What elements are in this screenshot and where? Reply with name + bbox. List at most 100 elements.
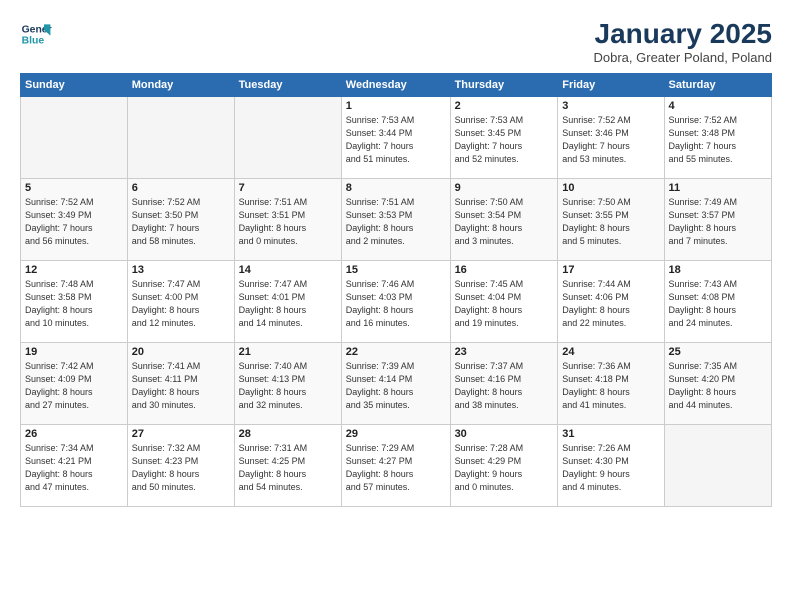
day-number: 22: [346, 346, 446, 358]
day-number: 23: [455, 346, 554, 358]
table-cell: 15 Sunrise: 7:46 AM Sunset: 4:03 PM Dayli…: [341, 261, 450, 343]
table-cell: 14 Sunrise: 7:47 AM Sunset: 4:01 PM Dayli…: [234, 261, 341, 343]
table-cell: 2 Sunrise: 7:53 AM Sunset: 3:45 PM Daylig…: [450, 97, 558, 179]
table-cell: 1Sunrise: 7:53 AM Sunset: 3:44 PM Daylig…: [341, 97, 450, 179]
day-number: 28: [239, 428, 337, 440]
table-cell: 13 Sunrise: 7:47 AM Sunset: 4:00 PM Dayli…: [127, 261, 234, 343]
title-block: January 2025 Dobra, Greater Poland, Pola…: [594, 18, 773, 65]
table-cell: 19 Sunrise: 7:42 AM Sunset: 4:09 PM Dayli…: [21, 343, 128, 425]
day-info: Sunrise: 7:50 AM Sunset: 3:54 PM Dayligh…: [455, 196, 554, 248]
logo: General Blue: [20, 18, 52, 50]
header-wednesday: Wednesday: [341, 74, 450, 97]
table-cell: 27 Sunrise: 7:32 AM Sunset: 4:23 PM Dayli…: [127, 425, 234, 507]
table-cell: 10 Sunrise: 7:50 AM Sunset: 3:55 PM Dayli…: [558, 179, 664, 261]
table-cell: 18 Sunrise: 7:43 AM Sunset: 4:08 PM Dayli…: [664, 261, 771, 343]
day-info: Sunrise: 7:26 AM Sunset: 4:30 PM Dayligh…: [562, 442, 659, 494]
header-tuesday: Tuesday: [234, 74, 341, 97]
header-monday: Monday: [127, 74, 234, 97]
day-number: 15: [346, 264, 446, 276]
day-info: Sunrise: 7:39 AM Sunset: 4:14 PM Dayligh…: [346, 360, 446, 412]
table-cell: 16 Sunrise: 7:45 AM Sunset: 4:04 PM Dayli…: [450, 261, 558, 343]
day-info: Sunrise: 7:40 AM Sunset: 4:13 PM Dayligh…: [239, 360, 337, 412]
day-number: 20: [132, 346, 230, 358]
day-info: Sunrise: 7:46 AM Sunset: 4:03 PM Dayligh…: [346, 278, 446, 330]
day-number: 13: [132, 264, 230, 276]
day-info: Sunrise: 7:43 AM Sunset: 4:08 PM Dayligh…: [669, 278, 767, 330]
day-number: 18: [669, 264, 767, 276]
subtitle: Dobra, Greater Poland, Poland: [594, 50, 773, 65]
table-cell: 23Sunrise: 7:37 AM Sunset: 4:16 PM Dayli…: [450, 343, 558, 425]
day-number: 21: [239, 346, 337, 358]
header-thursday: Thursday: [450, 74, 558, 97]
day-number: 7: [239, 182, 337, 194]
table-cell: 26 Sunrise: 7:34 AM Sunset: 4:21 PM Dayli…: [21, 425, 128, 507]
week-row-3: 19 Sunrise: 7:42 AM Sunset: 4:09 PM Dayli…: [21, 343, 772, 425]
table-cell: 17 Sunrise: 7:44 AM Sunset: 4:06 PM Dayli…: [558, 261, 664, 343]
table-cell: 29Sunrise: 7:29 AM Sunset: 4:27 PM Dayli…: [341, 425, 450, 507]
table-cell: 7 Sunrise: 7:51 AM Sunset: 3:51 PM Daylig…: [234, 179, 341, 261]
table-cell: 21 Sunrise: 7:40 AM Sunset: 4:13 PM Dayli…: [234, 343, 341, 425]
day-number: 11: [669, 182, 767, 194]
table-cell: 12 Sunrise: 7:48 AM Sunset: 3:58 PM Dayli…: [21, 261, 128, 343]
day-info: Sunrise: 7:47 AM Sunset: 4:01 PM Dayligh…: [239, 278, 337, 330]
table-cell: [127, 97, 234, 179]
day-info: Sunrise: 7:48 AM Sunset: 3:58 PM Dayligh…: [25, 278, 123, 330]
table-cell: [234, 97, 341, 179]
day-number: 2: [455, 100, 554, 112]
day-info: Sunrise: 7:41 AM Sunset: 4:11 PM Dayligh…: [132, 360, 230, 412]
day-number: 12: [25, 264, 123, 276]
week-row-0: 1Sunrise: 7:53 AM Sunset: 3:44 PM Daylig…: [21, 97, 772, 179]
header: General Blue January 2025 Dobra, Greater…: [20, 18, 772, 65]
table-cell: 5 Sunrise: 7:52 AM Sunset: 3:49 PM Daylig…: [21, 179, 128, 261]
day-info: Sunrise: 7:36 AM Sunset: 4:18 PM Dayligh…: [562, 360, 659, 412]
day-number: 10: [562, 182, 659, 194]
day-number: 17: [562, 264, 659, 276]
days-header-row: Sunday Monday Tuesday Wednesday Thursday…: [21, 74, 772, 97]
day-info: Sunrise: 7:34 AM Sunset: 4:21 PM Dayligh…: [25, 442, 123, 494]
day-number: 3: [562, 100, 659, 112]
table-cell: 22 Sunrise: 7:39 AM Sunset: 4:14 PM Dayli…: [341, 343, 450, 425]
table-cell: 31 Sunrise: 7:26 AM Sunset: 4:30 PM Dayli…: [558, 425, 664, 507]
main-title: January 2025: [594, 18, 773, 50]
day-info: Sunrise: 7:45 AM Sunset: 4:04 PM Dayligh…: [455, 278, 554, 330]
day-info: Sunrise: 7:47 AM Sunset: 4:00 PM Dayligh…: [132, 278, 230, 330]
day-number: 19: [25, 346, 123, 358]
logo-icon: General Blue: [20, 18, 52, 50]
day-info: Sunrise: 7:29 AM Sunset: 4:27 PM Dayligh…: [346, 442, 446, 494]
table-cell: [664, 425, 771, 507]
table-cell: 28Sunrise: 7:31 AM Sunset: 4:25 PM Dayli…: [234, 425, 341, 507]
table-cell: 8Sunrise: 7:51 AM Sunset: 3:53 PM Daylig…: [341, 179, 450, 261]
day-info: Sunrise: 7:52 AM Sunset: 3:46 PM Dayligh…: [562, 114, 659, 166]
day-number: 5: [25, 182, 123, 194]
day-info: Sunrise: 7:53 AM Sunset: 3:45 PM Dayligh…: [455, 114, 554, 166]
week-row-1: 5 Sunrise: 7:52 AM Sunset: 3:49 PM Daylig…: [21, 179, 772, 261]
day-number: 25: [669, 346, 767, 358]
day-number: 16: [455, 264, 554, 276]
day-info: Sunrise: 7:50 AM Sunset: 3:55 PM Dayligh…: [562, 196, 659, 248]
table-cell: 20 Sunrise: 7:41 AM Sunset: 4:11 PM Dayli…: [127, 343, 234, 425]
day-info: Sunrise: 7:35 AM Sunset: 4:20 PM Dayligh…: [669, 360, 767, 412]
day-info: Sunrise: 7:28 AM Sunset: 4:29 PM Dayligh…: [455, 442, 554, 494]
day-info: Sunrise: 7:52 AM Sunset: 3:48 PM Dayligh…: [669, 114, 767, 166]
day-info: Sunrise: 7:52 AM Sunset: 3:50 PM Dayligh…: [132, 196, 230, 248]
table-cell: 11Sunrise: 7:49 AM Sunset: 3:57 PM Dayli…: [664, 179, 771, 261]
day-number: 31: [562, 428, 659, 440]
day-info: Sunrise: 7:32 AM Sunset: 4:23 PM Dayligh…: [132, 442, 230, 494]
table-cell: 4Sunrise: 7:52 AM Sunset: 3:48 PM Daylig…: [664, 97, 771, 179]
header-saturday: Saturday: [664, 74, 771, 97]
day-number: 14: [239, 264, 337, 276]
table-cell: 6Sunrise: 7:52 AM Sunset: 3:50 PM Daylig…: [127, 179, 234, 261]
day-info: Sunrise: 7:52 AM Sunset: 3:49 PM Dayligh…: [25, 196, 123, 248]
table-cell: [21, 97, 128, 179]
header-friday: Friday: [558, 74, 664, 97]
day-number: 27: [132, 428, 230, 440]
table-cell: 9Sunrise: 7:50 AM Sunset: 3:54 PM Daylig…: [450, 179, 558, 261]
day-info: Sunrise: 7:42 AM Sunset: 4:09 PM Dayligh…: [25, 360, 123, 412]
table-cell: 30Sunrise: 7:28 AM Sunset: 4:29 PM Dayli…: [450, 425, 558, 507]
table-cell: 24Sunrise: 7:36 AM Sunset: 4:18 PM Dayli…: [558, 343, 664, 425]
day-info: Sunrise: 7:51 AM Sunset: 3:51 PM Dayligh…: [239, 196, 337, 248]
day-number: 1: [346, 100, 446, 112]
day-info: Sunrise: 7:44 AM Sunset: 4:06 PM Dayligh…: [562, 278, 659, 330]
header-sunday: Sunday: [21, 74, 128, 97]
day-number: 26: [25, 428, 123, 440]
